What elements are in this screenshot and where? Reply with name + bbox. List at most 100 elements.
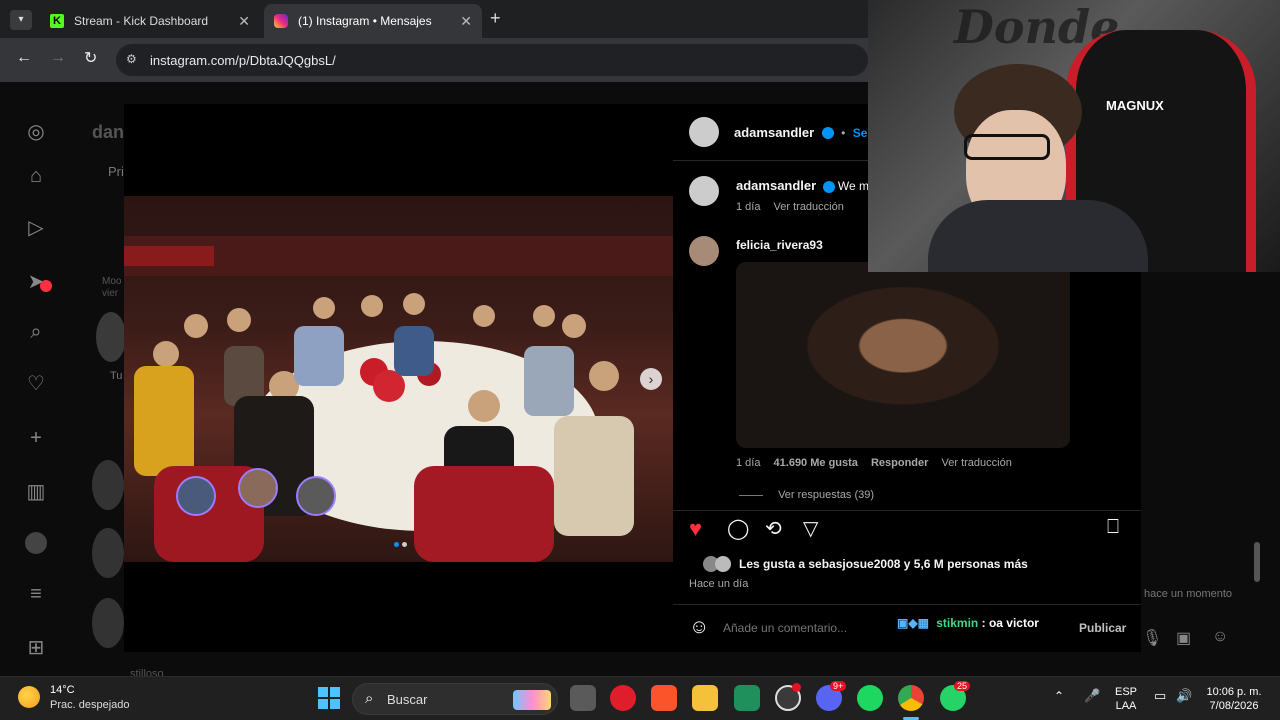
emoji-icon[interactable]: ☺ [689, 616, 709, 639]
more-apps-icon[interactable]: ⊞ [24, 636, 48, 660]
weather-desc[interactable]: Prac. despejado [50, 699, 130, 711]
glasses [964, 134, 1050, 160]
page-scrollbar[interactable] [1254, 542, 1260, 582]
author-username[interactable]: adamsandler [734, 125, 814, 140]
back-arrow-icon[interactable]: ← [16, 49, 32, 67]
tab-title: Stream - Kick Dashboard [74, 14, 209, 28]
forward-arrow-icon[interactable]: → [50, 49, 66, 67]
publish-button[interactable]: Publicar [1079, 621, 1126, 635]
tab-list-chevron-icon[interactable]: ▾ [10, 10, 32, 30]
opera-icon[interactable] [610, 685, 636, 711]
share-icon[interactable]: ▽ [803, 516, 818, 541]
view-replies[interactable]: Ver respuestas (39) [739, 489, 874, 501]
close-icon[interactable]: ✕ [460, 13, 472, 30]
chat-message: : oa victor [981, 616, 1039, 630]
chrome-icon[interactable] [898, 685, 924, 711]
discord-badge: 9+ [830, 681, 847, 691]
taskbar-search-box[interactable]: ⌕ Buscar [352, 683, 558, 715]
comment-time: 1 día [736, 457, 761, 469]
site-info-icon[interactable]: ⚙ [126, 52, 137, 66]
post-date: Hace un día [689, 578, 749, 590]
comment-author-avatar[interactable] [689, 236, 719, 266]
overlay-viewer-avatar [238, 468, 278, 508]
author-avatar[interactable] [689, 117, 719, 147]
file-explorer-icon[interactable] [692, 685, 718, 711]
likes-user[interactable]: sebasjosue2008 [808, 557, 900, 571]
caption-author-avatar[interactable] [689, 176, 719, 206]
liker-avatar [715, 556, 731, 572]
chat-avatar[interactable] [92, 598, 124, 648]
task-view-icon[interactable] [570, 685, 596, 711]
view-replies-label: Ver respuestas (39) [778, 489, 875, 501]
network-icon[interactable]: ▭ [1154, 688, 1166, 704]
menu-icon[interactable]: ≡ [24, 582, 48, 606]
sticker-icon[interactable]: ☺ [1212, 628, 1228, 646]
url-field[interactable]: ⚙ instagram.com/p/DbtaJQQgbsL/ [116, 44, 868, 76]
close-icon[interactable]: ✕ [238, 13, 250, 30]
comment-translate-link[interactable]: Ver traducción [942, 457, 1012, 469]
streamer-webcam: Donde MAGNUX [868, 0, 1280, 272]
new-tab-plus-icon[interactable]: + [490, 8, 501, 29]
profile-name-partial: dan [92, 122, 125, 142]
language-indicator[interactable]: ESP LAA [1112, 685, 1140, 713]
chat-avatar[interactable] [96, 312, 126, 362]
comment-icon[interactable]: ◯ [727, 516, 749, 541]
primary-tab-partial[interactable]: Pri [108, 164, 124, 179]
reload-icon[interactable]: ↻ [84, 48, 97, 68]
replies-line [739, 494, 763, 496]
chat-avatar[interactable] [92, 460, 124, 510]
caption-meta: 1 día Ver traducción [736, 201, 844, 213]
profile-avatar[interactable] [25, 532, 47, 554]
likes-summary[interactable]: Les gusta a sebasjosue2008 y 5,6 M perso… [739, 557, 1028, 571]
search-icon[interactable]: ⌕ [24, 320, 48, 344]
bg-timestamp: hace un momento [1144, 588, 1233, 600]
app-icon[interactable] [734, 685, 760, 711]
url-text: instagram.com/p/DbtaJQQgbsL/ [150, 52, 336, 68]
microphone-tray-icon[interactable]: 🎤 [1084, 688, 1100, 704]
home-icon[interactable]: ⌂ [24, 164, 48, 188]
microphone-icon[interactable]: 🎙 [1142, 628, 1162, 648]
comment-input[interactable] [723, 618, 923, 638]
tray-overflow-chevron-icon[interactable]: ⌃ [1054, 689, 1064, 703]
create-plus-icon[interactable]: + [24, 426, 48, 450]
weather-sun-icon[interactable] [18, 686, 40, 708]
chat-avatar[interactable] [92, 528, 124, 578]
gallery-icon[interactable]: ▣ [1176, 628, 1191, 648]
tab-kick-dashboard[interactable]: K Stream - Kick Dashboard ✕ [40, 4, 260, 38]
reply-button[interactable]: Responder [871, 457, 928, 469]
caption-translate-link[interactable]: Ver traducción [774, 201, 844, 213]
save-bookmark-icon[interactable]: ⎕ [1107, 516, 1119, 539]
clock-date: 7/08/2026 [1209, 700, 1259, 712]
reels-icon[interactable]: ▷ [24, 216, 48, 240]
panel-divider [673, 604, 1141, 605]
windows-start-icon[interactable] [318, 687, 340, 709]
notification-badge [40, 280, 52, 292]
next-photo-chevron-icon[interactable]: › [640, 368, 662, 390]
clock[interactable]: 10:06 p. m. 7/08/2026 [1200, 685, 1268, 713]
brave-icon[interactable] [651, 685, 677, 711]
search-icon: ⌕ [365, 690, 374, 707]
spotify-icon[interactable] [857, 685, 883, 711]
obs-alert-dot [792, 683, 801, 692]
comment-gif[interactable] [736, 262, 1070, 448]
caption-text: We mi [837, 179, 872, 193]
notifications-heart-icon[interactable]: ♡ [24, 372, 48, 396]
tab-instagram[interactable]: (1) Instagram • Mensajes ✕ [264, 4, 482, 38]
stream-chat-message: ▣◆▦ stikmin : oa victor [897, 616, 1039, 630]
moo-text: Moo [102, 276, 122, 287]
chat-badges-icon: ▣◆▦ [897, 616, 929, 630]
volume-icon[interactable]: 🔊 [1176, 688, 1192, 704]
repost-icon[interactable]: ⟲ [765, 516, 782, 541]
carousel-dot [402, 542, 407, 547]
caption-username[interactable]: adamsandler [736, 178, 816, 193]
instagram-logo-icon[interactable]: ◎ [24, 120, 48, 144]
comment-likes[interactable]: 41.690 Me gusta [774, 457, 858, 469]
comment-username[interactable]: felicia_rivera93 [736, 238, 823, 252]
clock-time: 10:06 p. m. [1206, 686, 1262, 698]
kick-icon: K [50, 14, 64, 28]
address-bar-row: ← → ↻ ⚙ instagram.com/p/DbtaJQQgbsL/ [0, 38, 868, 82]
carousel-dot [394, 542, 399, 547]
weather-temp[interactable]: 14°C [50, 684, 75, 696]
like-heart-icon[interactable]: ♥ [689, 516, 702, 542]
dashboard-icon[interactable]: ▥ [24, 480, 48, 504]
